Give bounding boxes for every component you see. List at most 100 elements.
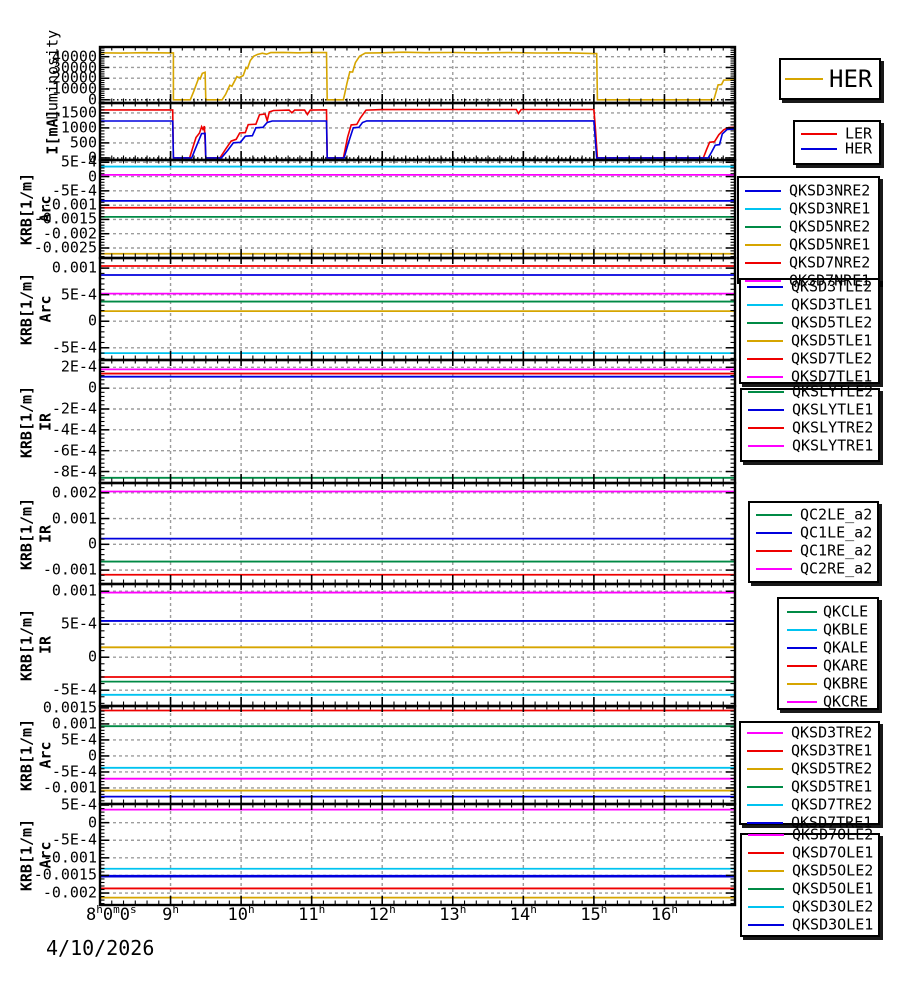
y-tick-label: 5E-4 [60, 285, 97, 304]
legend-entry-label: QKSLYTRE2 [792, 418, 874, 437]
y-axis-subtitle: Arc [36, 741, 55, 769]
legend-color-line [747, 304, 783, 306]
y-axis-subtitle: IR [36, 412, 55, 431]
legend-color-line [745, 262, 781, 264]
legend-entry-label: QKSLYTLE1 [792, 400, 874, 419]
y-tick-label: 5E-4 [60, 730, 97, 749]
legend-color-line [748, 924, 784, 926]
y-axis-title: I[mA] [43, 108, 62, 155]
legend-color-line [745, 280, 781, 282]
y-tick-label: 0 [87, 534, 97, 553]
y-tick-label: 0 [87, 746, 97, 765]
date-label: 4/10/2026 [46, 936, 155, 960]
legend-entry-label: QKSLYTRE1 [792, 436, 874, 455]
x-label-part: 0 [102, 905, 114, 925]
legend-color-line [787, 665, 817, 667]
legend-entry-label: QKSD3TRE2 [791, 723, 873, 742]
y-axis-subtitle: Arc [36, 195, 55, 223]
legend-entry-label: QC2LE_a2 [800, 505, 873, 524]
legend-entry-label: QKSD5OLE2 [792, 861, 874, 880]
y-tick-label: 0.001 [51, 258, 97, 277]
legend-entry-label: QC2RE_a2 [800, 559, 873, 578]
legend-color-line [747, 286, 783, 288]
legend-color-line [748, 906, 784, 908]
y-axis-title: KRB[1/m] [17, 608, 36, 682]
x-label-part: m [113, 903, 120, 916]
x-label-part: s [130, 903, 137, 916]
x-label-part: 16 [650, 905, 672, 925]
x-tick-label: 14h [510, 904, 537, 924]
y-tick-label: -0.002 [42, 883, 97, 902]
legend-color-line [747, 768, 783, 770]
y-axis-title: KRB[1/m] [17, 718, 36, 792]
legend-entry-label: QKSD5TLE2 [791, 313, 873, 332]
legend-entry-label: QKSD7TRE2 [791, 795, 873, 814]
y-axis-title: KRB[1/m] [17, 272, 36, 346]
x-label-part: 13 [439, 905, 460, 925]
legend-entry-label: QKSD5TLE1 [791, 331, 873, 350]
legend-entry-label: QKSD5NRE1 [789, 235, 871, 254]
y-axis-subtitle: IR [36, 635, 55, 655]
legend-color-line [787, 701, 817, 703]
legend-color-line [787, 611, 817, 613]
x-label-part: h [389, 903, 396, 916]
x-tick-label: 12h [369, 904, 396, 924]
legend-entry-label: HER [845, 139, 873, 157]
y-axis-subtitle: Arc [36, 295, 55, 323]
y-axis-title: KRB[1/m] [17, 385, 36, 458]
y-axis-subtitle: IR [36, 524, 55, 543]
legend-entry-label: QKBRE [823, 674, 869, 693]
x-label-part: h [248, 903, 255, 916]
y-tick-label: 0.001 [51, 714, 97, 733]
y-tick-label: 0 [87, 378, 97, 397]
legend-color-line [747, 732, 783, 734]
legend-color-line [748, 409, 784, 411]
x-axis-start-label: 8h0m0s [86, 904, 137, 925]
legend-entry-label: QKSLYTLE2 [792, 382, 874, 401]
legend-entry-label: QKSD7OLE2 [792, 825, 874, 844]
legend-entry-label: QKALE [823, 638, 869, 657]
legend-color-line [748, 870, 784, 872]
legend-entry-label: QKCRE [823, 692, 869, 711]
legend-color-line [747, 340, 783, 342]
y-tick-label: 2E-4 [60, 357, 97, 376]
y-axis-subtitle: Arc [36, 840, 55, 869]
legend-entry-label: QKBLE [823, 620, 869, 639]
legend-color-line [748, 852, 784, 854]
legend-entry-label: QKSD3OLE1 [792, 915, 874, 934]
legend-color-line [747, 786, 783, 788]
legend-entry-label: QKSD5TRE2 [791, 759, 873, 778]
x-tick-label: 13h [439, 904, 466, 925]
legend-color-line [756, 550, 792, 552]
legend-entry-label: QKSD5TRE1 [791, 777, 873, 796]
y-tick-label: 0 [87, 647, 97, 666]
x-label-part: h [600, 903, 608, 916]
legend-color-line [801, 147, 837, 150]
legend-color-line [747, 804, 783, 806]
legend-color-line [748, 391, 784, 393]
legend-entry-label: QC1RE_a2 [800, 541, 873, 560]
legend-color-line [748, 834, 784, 836]
legend-color-line [747, 358, 783, 360]
legend-color-line [787, 629, 817, 631]
x-label-part: h [459, 903, 467, 916]
legend-color-line [745, 244, 781, 246]
x-tick-label: 11h [298, 904, 325, 925]
y-tick-label: -5E-4 [51, 338, 97, 357]
y-tick-label: -0.0025 [33, 238, 97, 257]
legend-color-line [748, 445, 784, 447]
legend-color-line [801, 132, 837, 135]
legend-color-line [756, 568, 792, 570]
x-label-part: 9 [162, 905, 173, 925]
y-tick-label: 0 [87, 813, 97, 832]
legend-entry-label: QKSD5OLE1 [792, 879, 874, 898]
y-axis-title: KRB[1/m] [17, 497, 36, 570]
legend-entry-label: HER [829, 65, 873, 93]
legend-color-line [747, 750, 783, 752]
y-tick-label: -6E-4 [51, 441, 97, 460]
y-tick-label: 0.001 [51, 581, 97, 600]
x-label-part: h [671, 903, 678, 916]
legend-entry-label: QKSD7TLE2 [791, 349, 873, 368]
y-tick-label: -0.001 [42, 560, 97, 579]
x-label-part: 11 [298, 905, 319, 925]
